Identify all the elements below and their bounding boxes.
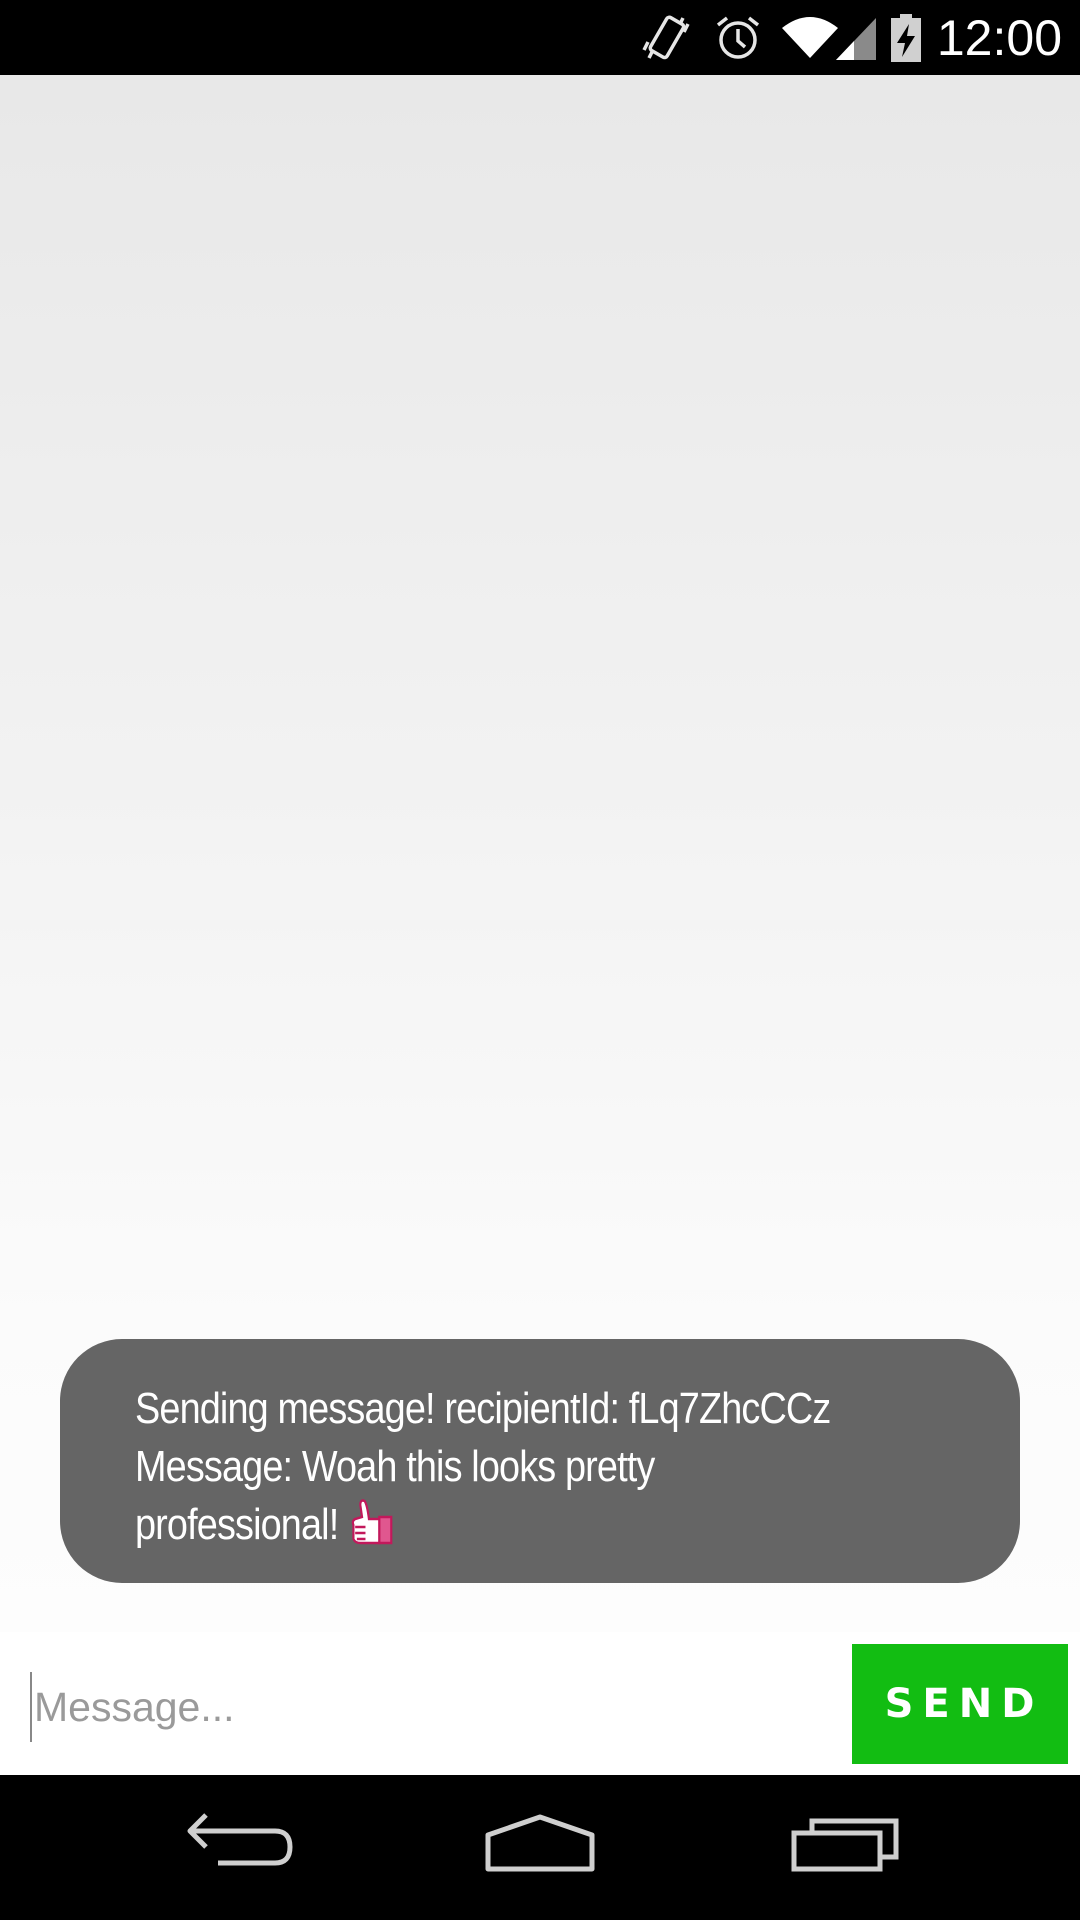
message-list-area: Sending message! recipientId: fLq7ZhcCCz… [0, 75, 1080, 1632]
toast-line-2: Message: Woah this looks pretty [135, 1442, 655, 1491]
clock-time: 12:00 [936, 10, 1062, 66]
thumbs-up-icon [352, 1499, 393, 1545]
toast-text: Sending message! recipientId: fLq7ZhcCCz… [135, 1380, 978, 1554]
toast-line-1: Sending message! recipientId: fLq7ZhcCCz [135, 1384, 831, 1433]
send-button[interactable]: SEND [852, 1644, 1068, 1764]
toast-line-3: professional! [135, 1496, 978, 1554]
back-icon[interactable] [180, 1803, 300, 1883]
alarm-icon [716, 16, 760, 59]
compose-bar: SEND [0, 1632, 1080, 1775]
toast-notification: Sending message! recipientId: fLq7ZhcCCz… [60, 1339, 1020, 1583]
vibrate-icon [642, 15, 690, 60]
home-icon[interactable] [480, 1803, 600, 1883]
toast-line-3-text: professional! [135, 1500, 339, 1549]
battery-charging-icon [891, 14, 921, 62]
status-bar: 12:00 [0, 0, 1080, 75]
navigation-bar [0, 1775, 1080, 1920]
message-input[interactable] [30, 1672, 834, 1742]
cell-signal-icon [836, 18, 876, 60]
wifi-icon [782, 17, 838, 58]
recents-icon[interactable] [786, 1803, 906, 1883]
